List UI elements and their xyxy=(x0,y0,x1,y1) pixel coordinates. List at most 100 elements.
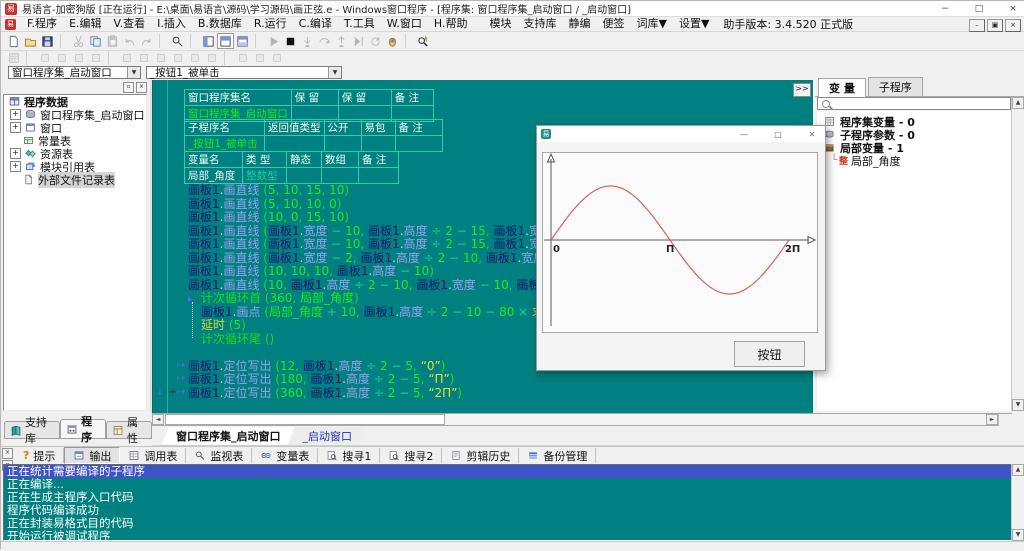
menu-item[interactable]: C.编译 xyxy=(293,17,338,31)
mdi-minimize-button[interactable]: – xyxy=(969,19,985,32)
menu-item[interactable]: F.程序 xyxy=(21,17,63,31)
output-tab-剪辑历史[interactable]: 剪辑历史 xyxy=(442,448,519,463)
scroll-thumb[interactable] xyxy=(165,414,445,425)
maximize-button[interactable]: □ xyxy=(773,130,783,139)
tree-expander-icon[interactable]: + xyxy=(10,122,21,133)
variable-tree-item[interactable]: └整局部_角度 xyxy=(817,154,1011,167)
copy-button[interactable] xyxy=(87,33,104,49)
menu-item[interactable]: 设置▼ xyxy=(673,17,715,31)
output-tab-搜寻2[interactable]: 搜寻2 xyxy=(380,448,442,463)
menu-item[interactable]: H.帮助 xyxy=(428,17,474,31)
variable-search-box[interactable] xyxy=(817,97,1011,110)
menu-item[interactable]: R.运行 xyxy=(248,17,293,31)
output-log[interactable]: 正在统计需要编译的子程序正在编译...正在生成主程序入口代码程序代码编译成功正在… xyxy=(3,464,1013,541)
menu-item[interactable]: E.编辑 xyxy=(63,17,107,31)
open-file-button[interactable] xyxy=(22,33,39,49)
close-panel-button[interactable]: × xyxy=(136,82,147,93)
popup-title-bar[interactable]: 易 — □ ✕ xyxy=(537,126,825,142)
editor-horizontal-scrollbar[interactable]: ◄ ► xyxy=(152,413,1012,426)
table-cell[interactable] xyxy=(324,136,361,152)
output-close-button[interactable]: × xyxy=(2,448,13,459)
output-tab-提示[interactable]: ?提示 xyxy=(15,448,64,463)
scroll-up-arrow[interactable]: ▲ xyxy=(1012,97,1024,109)
program-data-tree: 程序数据+窗口程序集_启动窗口+窗口常量表+资源表+模块引用表外部文件记录表 xyxy=(3,94,147,411)
table-cell[interactable] xyxy=(361,136,395,152)
output-scrollbar[interactable]: ▲ ▼ xyxy=(1011,464,1024,541)
menu-item[interactable]: V.查看 xyxy=(108,17,152,31)
mdi-restore-button[interactable]: ▣ xyxy=(987,19,1003,32)
find-in-files-button[interactable] xyxy=(415,33,432,49)
output-tab-搜寻1[interactable]: 搜寻1 xyxy=(318,448,380,463)
tab-variables[interactable]: 变 量 xyxy=(818,78,866,97)
table-cell[interactable] xyxy=(359,168,399,184)
save-button[interactable] xyxy=(39,33,56,49)
scroll-down-arrow[interactable]: ▼ xyxy=(1012,529,1024,541)
table-cell[interactable] xyxy=(265,136,325,152)
tree-item-extfile[interactable]: 外部文件记录表 xyxy=(4,173,146,186)
chevron-down-icon[interactable]: ▼ xyxy=(127,67,140,78)
scroll-up-arrow[interactable]: ▲ xyxy=(1012,464,1024,476)
editor-table-0[interactable]: 窗口程序集名保 留保 留备 注窗口程序集_启动窗口 xyxy=(184,89,434,122)
tab-subroutines[interactable]: 子程序 xyxy=(868,77,923,96)
table-header-cell: 子程序名 xyxy=(185,120,265,136)
menu-item[interactable]: T.工具 xyxy=(338,17,381,31)
pause-button[interactable] xyxy=(384,33,401,49)
variables-scrollbar[interactable]: ▲ ▼ xyxy=(1011,97,1024,411)
stop-button[interactable] xyxy=(282,33,299,49)
output-tab-变量表[interactable]: 变量表 xyxy=(252,448,318,463)
pane-both-button[interactable] xyxy=(234,33,251,49)
menu-item[interactable]: 模块 xyxy=(483,17,517,31)
close-button[interactable]: ✕ xyxy=(807,130,817,139)
collapse-panel-button[interactable]: >> xyxy=(793,83,811,97)
find-button[interactable] xyxy=(169,33,186,49)
minimize-button[interactable]: − xyxy=(939,4,951,14)
close-button[interactable]: × xyxy=(1007,4,1019,14)
output-tab-输出[interactable]: 输出 xyxy=(64,447,120,464)
maximize-button[interactable]: □ xyxy=(973,4,985,14)
table-cell[interactable]: _按钮1_被单击 xyxy=(185,136,265,152)
table-cell[interactable] xyxy=(395,136,442,152)
menu-item[interactable]: 静编 xyxy=(562,17,596,31)
menu-item[interactable]: 支持库 xyxy=(517,17,562,31)
menu-item[interactable]: I.插入 xyxy=(151,17,192,31)
pane-single-button[interactable] xyxy=(200,33,217,49)
new-file-button[interactable] xyxy=(5,33,22,49)
title-bar[interactable]: 易 易语言-加密狗版 [正在运行] - E:\桌面\易语言\源码\学习源码\画正… xyxy=(1,1,1024,17)
float-panel-button[interactable]: ▫ xyxy=(123,82,134,93)
undo-icon xyxy=(123,35,136,48)
tree-item-const[interactable]: 常量表 xyxy=(4,134,146,147)
draw-button[interactable]: 按钮 xyxy=(734,341,805,367)
chevron-down-icon[interactable]: ▼ xyxy=(328,67,341,78)
output-tab-调用表[interactable]: 调用表 xyxy=(120,448,186,463)
menu-item[interactable]: B.数据库 xyxy=(192,17,248,31)
svg-text:Π: Π xyxy=(666,244,674,255)
tree-item-asm[interactable]: +窗口程序集_启动窗口 xyxy=(4,108,146,121)
scroll-right-arrow[interactable]: ► xyxy=(986,414,998,425)
tab-lib[interactable]: 支持库 xyxy=(4,421,60,439)
menu-item[interactable]: W.窗口 xyxy=(381,17,428,31)
code-line[interactable]: ↓+↦画板1.定位写出 (360, 画板1.高度 ÷ 2 − 5, “2Π”) xyxy=(153,386,813,400)
scroll-left-arrow[interactable]: ◄ xyxy=(152,414,164,425)
assembly-combo[interactable]: 窗口程序集_启动窗口 ▼ xyxy=(8,66,141,79)
mdi-close-button[interactable]: × xyxy=(1005,19,1021,32)
sheet-tab-1[interactable]: _启动窗口 xyxy=(289,427,367,445)
tree-expander-icon[interactable]: + xyxy=(10,161,21,172)
minimize-button[interactable]: — xyxy=(739,130,749,139)
tree-expander-icon[interactable]: + xyxy=(10,109,21,120)
space-equal-button xyxy=(268,52,285,64)
output-tab-备份管理[interactable]: 备份管理 xyxy=(519,448,596,463)
editor-table-2[interactable]: 变量名类 型静态数组备 注局部_角度整数型 xyxy=(184,151,399,184)
menu-item[interactable]: 词库▼ xyxy=(630,17,672,31)
sheet-tab-0[interactable]: 窗口程序集_启动窗口 xyxy=(162,427,295,445)
subroutine-combo[interactable]: _按钮1_被单击 ▼ xyxy=(146,66,342,79)
menu-item[interactable]: 便签 xyxy=(596,17,630,31)
tab-prop[interactable]: 属性 xyxy=(106,421,152,439)
tab-prog[interactable]: 程序 xyxy=(60,419,106,439)
tree-expander-icon[interactable]: + xyxy=(10,148,21,159)
variable-tree-item[interactable]: 局部变量 - 1 xyxy=(817,141,1011,154)
scroll-down-arrow[interactable]: ▼ xyxy=(1012,399,1024,411)
editor-table-1[interactable]: 子程序名返回值类型公开易包备 注_按钮1_被单击 xyxy=(184,119,443,152)
tree-item-window[interactable]: +窗口 xyxy=(4,121,146,134)
pane-horizontal-button[interactable] xyxy=(217,33,234,49)
output-tab-监视表[interactable]: 监视表 xyxy=(186,448,252,463)
